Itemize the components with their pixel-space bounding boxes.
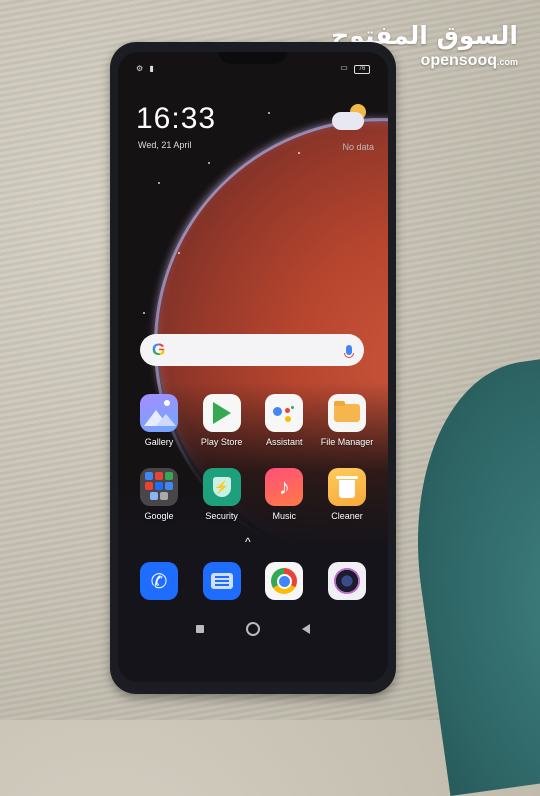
assistant-icon [265,394,304,432]
star [208,162,210,164]
star [158,182,160,184]
status-bar: ⚙ ▮ ▭ 76 [136,62,370,74]
app-label: Play Store [200,437,243,447]
app-label: File Manager [320,437,374,447]
trash-icon [327,468,366,506]
app-label: Security [205,511,238,521]
folder-icon [327,394,366,432]
cloud-icon [332,112,364,130]
app-label: Google [144,511,174,521]
phone-icon: ✆ [140,562,178,600]
app-play-store[interactable]: Play Store [191,394,253,447]
app-music[interactable]: ♪ Music [253,468,315,521]
app-file-manager[interactable]: File Manager [316,394,378,447]
app-label: Cleaner [331,511,363,521]
app-security[interactable]: ⚡ Security [191,468,253,521]
app-drawer-chevron-up-icon[interactable]: ^ [245,535,251,549]
battery-icon: 76 [354,64,370,74]
camera-icon [327,562,366,600]
sim-icon: ▮ [149,63,154,73]
app-row-2: Google ⚡ Security ♪ Music Cleaner [128,468,378,521]
star [178,252,180,254]
weather-widget[interactable] [330,104,370,138]
clock-time[interactable]: 16:33 [136,102,216,136]
phone-screen: ⚙ ▮ ▭ 76 16:33 Wed, 21 April No data G G… [118,52,388,682]
dock-phone[interactable]: ✆ [128,562,190,600]
shield-icon: ⚡ [202,468,241,506]
google-search-bar[interactable]: G [140,334,364,366]
home-icon[interactable] [246,622,260,636]
weather-text: No data [342,142,374,152]
dock-chrome[interactable] [253,562,315,600]
gallery-icon [140,394,178,432]
play-store-icon [202,394,241,432]
dock-camera[interactable] [316,562,378,600]
dock: ✆ [128,562,378,600]
navigation-bar [118,622,388,636]
google-folder-icon [140,468,178,506]
clock-date[interactable]: Wed, 21 April [138,140,191,150]
app-google-folder[interactable]: Google [128,468,190,521]
google-g-icon: G [152,340,166,359]
status-right: ▭ 76 [340,63,370,74]
status-left: ⚙ ▮ [136,64,158,73]
recent-apps-icon[interactable] [196,625,204,633]
star [268,112,270,114]
app-gallery[interactable]: Gallery [128,394,190,447]
message-icon [202,562,241,600]
star [298,152,300,154]
vibrate-icon: ▭ [340,62,348,72]
app-cleaner[interactable]: Cleaner [316,468,378,521]
star [143,312,145,314]
mic-icon[interactable] [344,345,354,358]
app-label: Gallery [144,437,174,447]
app-label: Assistant [266,437,303,447]
app-label: Music [272,511,297,521]
app-assistant[interactable]: Assistant [253,394,315,447]
gear-icon: ⚙ [136,63,144,73]
phone-device: ⚙ ▮ ▭ 76 16:33 Wed, 21 April No data G G… [110,42,396,694]
back-icon[interactable] [302,624,310,634]
dock-messages[interactable] [191,562,253,600]
music-note-icon: ♪ [265,468,304,506]
app-row-1: Gallery Play Store Assistant File Manage… [128,394,378,447]
chrome-icon [265,562,304,600]
